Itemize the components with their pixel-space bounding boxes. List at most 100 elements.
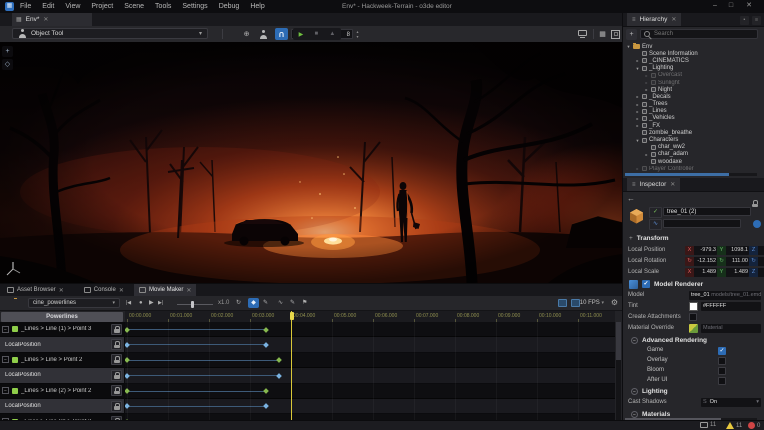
track-lock-button[interactable]	[111, 385, 122, 396]
bottom-tab-movie-maker[interactable]: Movie Maker✕	[134, 284, 196, 296]
add-entity-button[interactable]: +	[626, 29, 637, 40]
keyframe[interactable]	[125, 357, 130, 363]
expander-icon[interactable]: ▸	[635, 94, 640, 99]
material-override-field[interactable]: Material	[701, 324, 761, 333]
panel-undock-icon[interactable]: ▪	[740, 16, 749, 25]
gear-icon[interactable]: ⚙	[611, 298, 618, 308]
record-keys-toggle[interactable]: ◆	[248, 298, 259, 308]
menu-item-tools[interactable]: Tools	[155, 3, 171, 10]
stop-icon[interactable]: ■	[315, 31, 319, 37]
hierarchy-item-night[interactable]: ▸Night	[623, 86, 759, 93]
track-lock-button[interactable]	[111, 401, 122, 412]
model-field[interactable]: tree_01 models/tree_01.emdl	[689, 291, 761, 300]
close-button[interactable]: ✕	[742, 0, 756, 13]
raise-icon[interactable]: ▲	[329, 31, 335, 37]
hierarchy-item-_fx[interactable]: ▸_FX	[623, 122, 759, 129]
keyframe[interactable]	[264, 327, 270, 333]
transform-value-z[interactable]: 2	[758, 246, 764, 255]
expander-icon[interactable]: ▸	[635, 116, 640, 121]
model-renderer-enabled-checkbox[interactable]: ✓	[642, 280, 650, 288]
expander-icon[interactable]: ▸	[635, 102, 640, 107]
timeline-lane[interactable]	[125, 337, 615, 352]
advanced-rendering-header[interactable]: − Advanced Rendering	[623, 335, 764, 345]
expander-icon[interactable]: ▸	[644, 80, 649, 85]
tab-close-icon[interactable]: ✕	[186, 287, 191, 294]
fullscreen-button[interactable]	[609, 28, 622, 40]
entity-tag-field[interactable]	[663, 219, 741, 228]
create-attachments-checkbox[interactable]	[689, 313, 697, 321]
bottom-tab-console[interactable]: Console✕	[79, 284, 129, 296]
timeline-lane[interactable]	[125, 384, 615, 399]
transform-section-header[interactable]: + Transform	[623, 233, 764, 243]
track-lock-button[interactable]	[111, 324, 122, 335]
expander-icon[interactable]: ▸	[635, 166, 640, 171]
timeline-lane[interactable]	[125, 399, 615, 414]
hierarchy-item-scene-information[interactable]: Scene Information	[623, 50, 759, 57]
collapse-icon[interactable]: −	[2, 356, 9, 363]
play-sequence-button[interactable]: ▶	[149, 299, 154, 308]
cast-shadows-dropdown[interactable]: S On ▾	[701, 398, 761, 407]
sequence-dropdown[interactable]: cine_powerlines ▾	[28, 298, 120, 308]
view-mode-icon-a[interactable]	[558, 299, 567, 307]
transform-value-x[interactable]: -979.3	[694, 246, 717, 255]
track-row-param[interactable]: LocalPosition	[0, 368, 124, 383]
keyframe[interactable]	[125, 373, 130, 379]
hierarchy-item-_decals[interactable]: ▸_Decals	[623, 93, 759, 100]
loop-icon[interactable]: ↻	[236, 299, 241, 308]
flag-checkbox[interactable]: ✓	[718, 347, 726, 355]
record-button[interactable]: ●	[139, 299, 143, 308]
expander-icon[interactable]: ▸	[635, 58, 640, 63]
marker-flag-icon[interactable]: ⚑	[302, 299, 307, 308]
viewport-pan-tool-icon[interactable]: +	[2, 46, 13, 57]
hierarchy-item-_vehicles[interactable]: ▸_Vehicles	[623, 115, 759, 122]
playback-speed-slider[interactable]	[177, 304, 213, 305]
expander-icon[interactable]: ▼	[635, 66, 640, 71]
lighting-header[interactable]: − Lighting	[623, 386, 764, 396]
collapse-group-icon[interactable]: −	[631, 411, 638, 418]
minimize-button[interactable]: –	[708, 0, 722, 13]
hierarchy-item-char_adam[interactable]: ▸char_adam	[623, 151, 759, 158]
menu-item-help[interactable]: Help	[250, 3, 264, 10]
back-arrow-icon[interactable]: ←	[627, 194, 635, 203]
collapse-icon[interactable]: −	[2, 387, 9, 394]
keyframe[interactable]	[125, 342, 130, 348]
transform-value-y[interactable]: 1098.1	[726, 246, 749, 255]
hierarchy-item-_lines[interactable]: ▸_Lines	[623, 108, 759, 115]
keyframe[interactable]	[276, 357, 282, 363]
hierarchy-item-characters[interactable]: ▼Characters	[623, 136, 759, 143]
hierarchy-item-env[interactable]: ▼Env	[623, 43, 759, 50]
menu-item-scene[interactable]: Scene	[124, 3, 144, 10]
timeline-lanes[interactable]	[125, 322, 615, 421]
viewport-tab[interactable]: ▦ Env* ✕	[12, 13, 92, 26]
menu-item-view[interactable]: View	[65, 3, 80, 10]
tab-close-icon[interactable]: ✕	[59, 287, 64, 294]
expander-icon[interactable]: ▸	[635, 109, 640, 114]
flag-checkbox[interactable]	[718, 357, 726, 365]
maximize-button[interactable]: □	[724, 0, 738, 13]
expander-icon[interactable]: ▸	[635, 123, 640, 128]
timeline-lane[interactable]	[125, 353, 615, 368]
keyframe[interactable]	[264, 388, 270, 394]
hierarchy-tab[interactable]: ≡ Hierarchy ✕	[627, 13, 681, 26]
warnings-indicator[interactable]: 11	[726, 422, 742, 429]
errors-indicator[interactable]: 0	[748, 422, 760, 429]
flag-checkbox[interactable]	[718, 367, 726, 375]
timeline-lane[interactable]	[125, 368, 615, 383]
menu-item-edit[interactable]: Edit	[42, 3, 54, 10]
tool-selector-dropdown[interactable]: Object Tool ▾	[12, 28, 208, 39]
edit-keys-icon[interactable]: ✎	[263, 299, 268, 308]
track-row-param[interactable]: LocalPosition	[0, 337, 124, 352]
collapse-icon[interactable]: −	[2, 326, 9, 333]
keyframe[interactable]	[125, 404, 130, 410]
viewport-orbit-tool-icon[interactable]: ◇	[2, 59, 13, 70]
hierarchy-item-overcast[interactable]: ▸Overcast	[623, 72, 759, 79]
keyframe[interactable]	[276, 373, 282, 379]
slider-handle[interactable]	[191, 301, 194, 308]
model-renderer-header[interactable]: ✓ Model Renderer	[623, 279, 764, 289]
hierarchy-item-zombie_breathe[interactable]: zombie_breathe	[623, 129, 759, 136]
lock-icon[interactable]	[752, 194, 758, 212]
expander-icon[interactable]: ▸	[644, 87, 649, 92]
expander-icon[interactable]: ▸	[644, 73, 649, 78]
console-messages-indicator[interactable]: 11	[700, 422, 716, 428]
timeline-playhead[interactable]	[291, 311, 292, 421]
